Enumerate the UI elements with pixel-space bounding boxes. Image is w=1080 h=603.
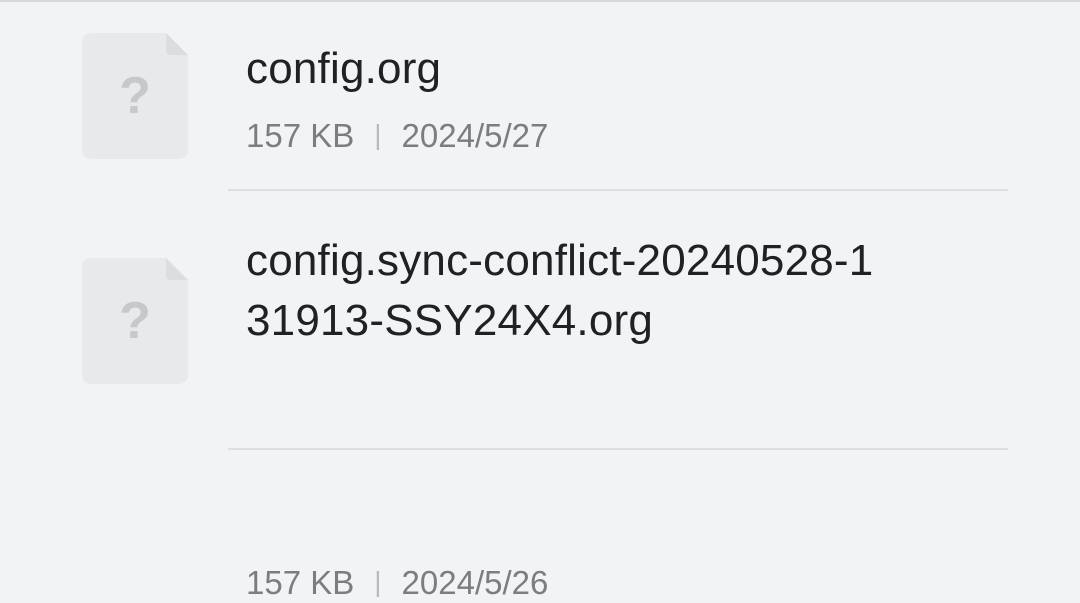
- metadata-separator: |: [374, 566, 382, 597]
- unknown-file-icon: ?: [82, 258, 188, 384]
- file-size: 157 KB: [246, 564, 355, 601]
- file-date: 2024/5/27: [401, 117, 549, 154]
- file-list-item[interactable]: ? config.org 157 KB | 2024/5/27: [0, 2, 1080, 190]
- file-name: config.sync-conflict-20240528-131913-SSY…: [246, 236, 874, 345]
- list-divider: [228, 448, 1008, 450]
- metadata-separator: |: [374, 119, 382, 150]
- file-list: ? config.org 157 KB | 2024/5/27 ? config.s…: [0, 0, 1080, 601]
- file-list-item[interactable]: ? config.sync-conflict-20240528-131913-S…: [0, 191, 1080, 601]
- file-name: config.org: [246, 44, 442, 93]
- file-size: 157 KB: [246, 117, 355, 154]
- unknown-file-icon: ?: [82, 33, 188, 159]
- svg-text:?: ?: [119, 67, 151, 125]
- svg-text:?: ?: [119, 292, 151, 350]
- file-metadata: 157 KB | 2024/5/26: [246, 562, 548, 603]
- file-date: 2024/5/26: [401, 564, 549, 601]
- file-metadata: 157 KB | 2024/5/27: [246, 115, 548, 156]
